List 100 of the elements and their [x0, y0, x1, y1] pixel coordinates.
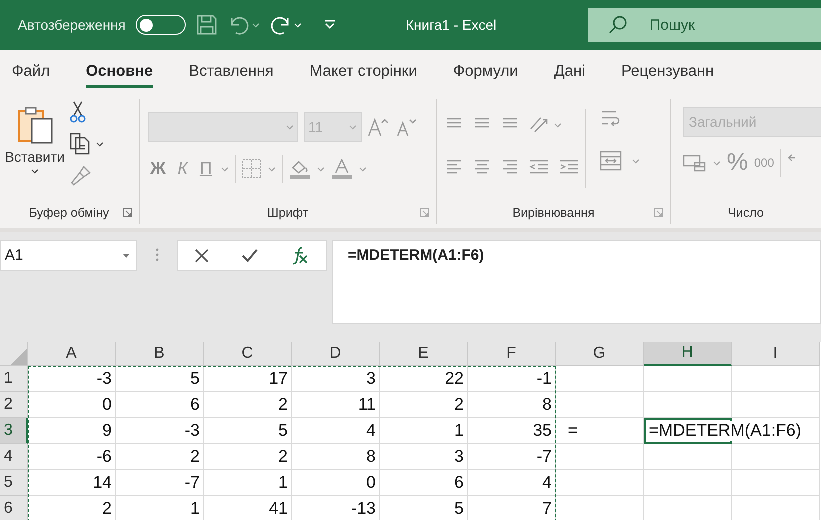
table-cell: -3 — [28, 366, 116, 392]
column-header[interactable]: A — [28, 342, 116, 366]
group-label: Вирівнювання — [512, 206, 595, 220]
empty-cell[interactable] — [556, 366, 644, 392]
empty-cell[interactable] — [732, 444, 820, 470]
table-cell: 0 — [292, 470, 380, 496]
empty-cell[interactable] — [644, 392, 732, 418]
table-cell: 1 — [116, 496, 204, 520]
group-label: Число — [728, 206, 764, 220]
autosave-toggle[interactable] — [136, 15, 186, 35]
paste-button[interactable]: Вставити — [5, 105, 65, 174]
table-cell: -7 — [116, 470, 204, 496]
table-cell: = — [556, 418, 644, 444]
table-cell: 1 — [204, 470, 292, 496]
table-cell: 2 — [380, 392, 468, 418]
copy-caret-icon[interactable] — [96, 142, 104, 146]
column-header[interactable]: F — [468, 342, 556, 366]
table-cell: -7 — [468, 444, 556, 470]
row-header[interactable]: 2 — [0, 392, 28, 418]
table-cell: 5 — [204, 418, 292, 444]
search-field[interactable]: Пошук — [588, 8, 821, 42]
empty-cell[interactable] — [556, 470, 644, 496]
group-label: Буфер обміну — [29, 206, 110, 220]
table-cell: 14 — [28, 470, 116, 496]
column-header[interactable]: D — [292, 342, 380, 366]
row-header[interactable]: 4 — [0, 444, 28, 470]
empty-cell[interactable] — [732, 366, 820, 392]
caret-icon[interactable] — [252, 22, 260, 28]
save-icon[interactable] — [196, 14, 218, 36]
ribbon-tab[interactable]: Рецензуванн — [621, 57, 714, 88]
empty-cell[interactable] — [732, 470, 820, 496]
table-cell: 5 — [116, 366, 204, 392]
insert-function-icon[interactable] — [290, 246, 310, 266]
group-label: Шрифт — [267, 206, 309, 220]
row-header[interactable]: 1 — [0, 366, 28, 392]
table-cell: 11 — [292, 392, 380, 418]
empty-cell[interactable] — [644, 444, 732, 470]
ribbon-tab[interactable]: Дані — [554, 57, 586, 88]
column-header[interactable]: H — [644, 342, 732, 366]
copy-icon[interactable] — [70, 133, 90, 155]
table-cell: -1 — [468, 366, 556, 392]
window-title: Книга1 - Excel — [406, 17, 498, 33]
row-header[interactable]: 6 — [0, 496, 28, 520]
cancel-icon[interactable] — [194, 248, 210, 264]
table-cell: 2 — [204, 444, 292, 470]
scissors-icon[interactable] — [70, 101, 86, 123]
column-header[interactable]: E — [380, 342, 468, 366]
table-cell: 6 — [380, 470, 468, 496]
grow-font-icon[interactable] — [368, 117, 390, 137]
table-cell: 2 — [28, 496, 116, 520]
table-cell: 2 — [116, 444, 204, 470]
accounting-format-icon[interactable] — [683, 153, 707, 173]
table-cell: 0 — [28, 392, 116, 418]
dialog-launcher-icon[interactable] — [420, 208, 430, 218]
ribbon-tab[interactable]: Макет сторінки — [310, 57, 418, 88]
dropdown-caret-icon[interactable] — [348, 124, 357, 130]
font-name-field[interactable] — [148, 112, 298, 142]
empty-cell[interactable] — [644, 470, 732, 496]
table-cell: -13 — [292, 496, 380, 520]
empty-cell[interactable] — [556, 392, 644, 418]
autosave-label: Автозбереження — [18, 17, 126, 33]
table-cell: 35 — [468, 418, 556, 444]
empty-cell[interactable] — [556, 444, 644, 470]
ribbon-tab[interactable]: Формули — [453, 57, 518, 88]
table-cell: 17 — [204, 366, 292, 392]
table-cell: 41 — [204, 496, 292, 520]
table-cell: 8 — [468, 392, 556, 418]
table-cell: 8 — [292, 444, 380, 470]
name-box[interactable]: A1 — [0, 240, 137, 271]
brush-icon[interactable] — [70, 165, 92, 187]
table-cell: 1 — [380, 418, 468, 444]
table-cell: 4 — [468, 470, 556, 496]
table-cell: 5 — [380, 496, 468, 520]
table-cell: 22 — [380, 366, 468, 392]
row-header[interactable]: 3 — [0, 418, 28, 444]
enter-check-icon[interactable] — [240, 248, 259, 264]
ribbon-tab[interactable]: Вставлення — [189, 57, 274, 88]
formula-field[interactable]: =MDETERM(A1:F6) — [332, 240, 821, 324]
column-header[interactable]: I — [732, 342, 820, 366]
row-header[interactable]: 5 — [0, 470, 28, 496]
empty-cell[interactable] — [644, 366, 732, 392]
customize-icon[interactable] — [324, 20, 336, 30]
drag-handle-icon[interactable] — [156, 248, 158, 262]
search-icon — [608, 15, 628, 35]
table-cell: 9 — [28, 418, 116, 444]
column-header[interactable]: G — [556, 342, 644, 366]
table-cell: 3 — [380, 444, 468, 470]
ribbon-tab[interactable]: Файл — [12, 57, 50, 88]
dropdown-caret-icon[interactable] — [286, 124, 294, 130]
table-cell: 2 — [204, 392, 292, 418]
table-cell: 4 — [292, 418, 380, 444]
empty-cell[interactable] — [732, 392, 820, 418]
table-cell: 7 — [468, 496, 556, 520]
shrink-font-icon[interactable] — [396, 117, 418, 137]
dialog-launcher-icon[interactable] — [654, 208, 664, 218]
paste-caret-icon[interactable] — [31, 169, 39, 174]
column-header[interactable]: B — [116, 342, 204, 366]
ribbon-tab[interactable]: Основне — [86, 57, 154, 88]
dialog-launcher-icon[interactable] — [122, 208, 133, 218]
column-header[interactable]: C — [204, 342, 292, 366]
